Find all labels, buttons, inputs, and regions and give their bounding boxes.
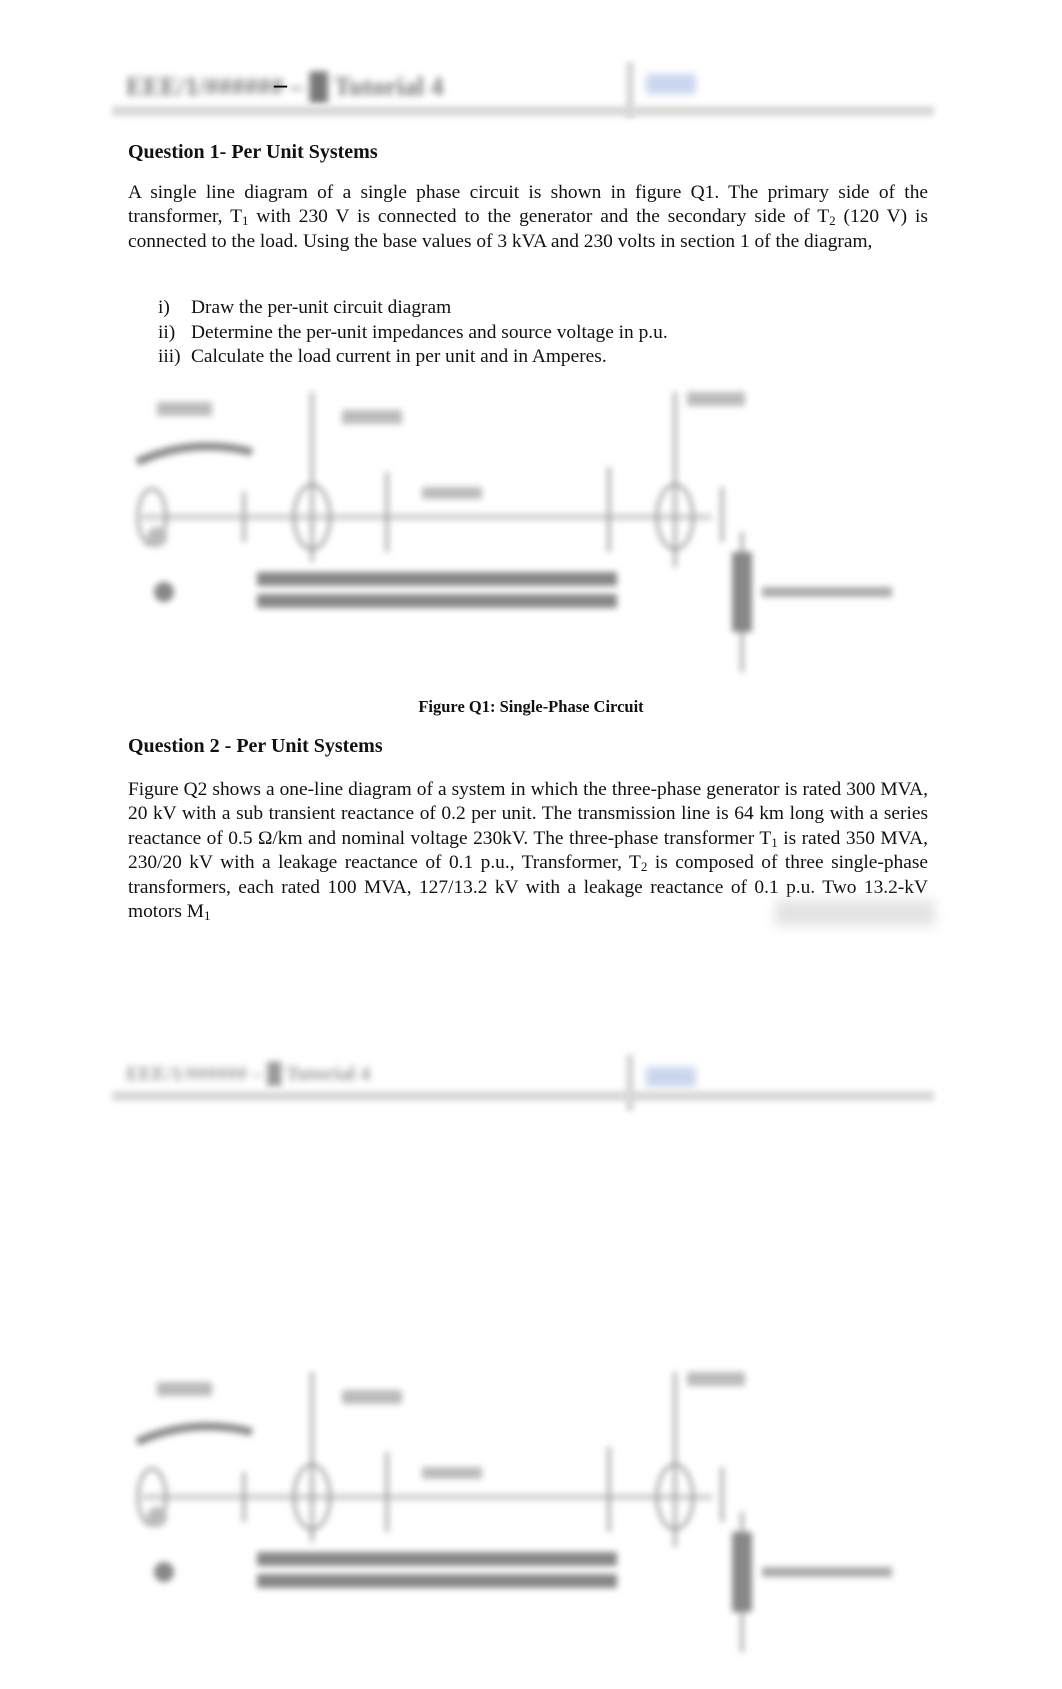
question1-task-list: i) Draw the per-unit circuit diagram ii)… [158, 296, 668, 370]
page2-header-title: EEE/1/###### – █ Tutorial 4 [126, 1063, 371, 1085]
task-text: Determine the per-unit impedances and so… [191, 321, 668, 343]
page-header: EEE/1/###### – █ Tutorial 4 – [112, 62, 938, 118]
question1-heading: Question 1- Per Unit Systems [128, 141, 378, 163]
task-text: Draw the per-unit circuit diagram [191, 297, 452, 318]
figure-q1-diagram [132, 392, 962, 682]
header-rule [112, 106, 934, 116]
circuit-diagram-svg [135, 392, 892, 672]
header-link[interactable] [646, 74, 696, 94]
q1-text-part: with 230 V is connected to the generator… [248, 206, 830, 228]
figure-q1-caption: Figure Q1: Single-Phase Circuit [418, 697, 644, 716]
task-text: Calculate the load current in per unit a… [191, 346, 607, 368]
subscript: 1 [203, 908, 211, 924]
task-item: i) Draw the per-unit circuit diagram [158, 296, 668, 321]
task-item: ii) Determine the per-unit impedances an… [158, 321, 668, 346]
page2-circuit-diagram-svg [135, 1372, 892, 1652]
header-dash: – [274, 70, 287, 99]
page2-header-divider [626, 1055, 634, 1111]
preview-truncation-mask [0, 925, 1062, 1060]
page2-header-rule [112, 1091, 934, 1101]
task-number: i) [158, 297, 170, 318]
page2-header: EEE/1/###### – █ Tutorial 4 [112, 1055, 938, 1111]
question2-heading: Question 2 - Per Unit Systems [128, 735, 383, 757]
obscured-text-fade [775, 900, 935, 926]
task-number: iii) [158, 346, 181, 368]
page2-header-link[interactable] [646, 1067, 696, 1087]
task-item: iii) Calculate the load current in per u… [158, 345, 668, 370]
question1-paragraph: A single line diagram of a single phase … [128, 181, 928, 254]
task-number: ii) [158, 321, 176, 343]
page2-figure-diagram [132, 1372, 962, 1662]
